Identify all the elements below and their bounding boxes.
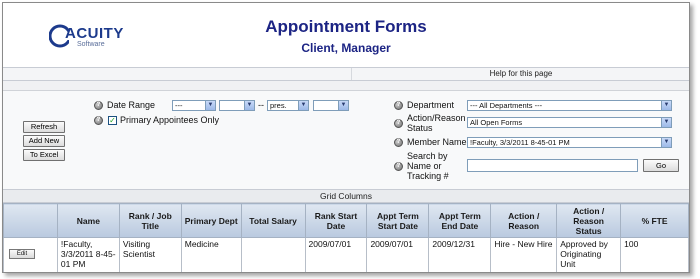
cell-rank-start-date: 2009/07/01 bbox=[304, 237, 368, 272]
page-header: ACUITY Software Appointment Forms Client… bbox=[3, 3, 689, 67]
page-title: Appointment Forms bbox=[265, 17, 427, 36]
spacer-bar bbox=[3, 81, 689, 91]
col-header-primary-dept[interactable]: Primary Dept bbox=[180, 203, 242, 238]
search-input[interactable] bbox=[467, 159, 638, 172]
cell-appt-term-start-date: 2009/07/01 bbox=[366, 237, 430, 272]
table-header-row: Name Rank / Job Title Primary Dept Total… bbox=[3, 203, 689, 238]
to-excel-button[interactable]: To Excel bbox=[23, 149, 65, 161]
cell-action-reason-status: Approved by Originating Unit bbox=[556, 237, 622, 272]
primary-only-checkbox[interactable]: ✓ bbox=[108, 116, 117, 125]
chevron-down-icon: ▼ bbox=[661, 138, 671, 147]
grid-columns-caption[interactable]: Grid Columns bbox=[3, 189, 689, 203]
cell-name: !Faculty, 3/3/2011 8-45-01 PM bbox=[56, 237, 120, 272]
appointments-table: Name Rank / Job Title Primary Dept Total… bbox=[3, 203, 689, 272]
member-name-help-icon[interactable]: ? bbox=[394, 138, 403, 147]
primary-only-help-icon[interactable]: ? bbox=[94, 116, 103, 125]
cell-appt-term-end-date: 2009/12/31 bbox=[428, 237, 492, 272]
cell-total-salary bbox=[240, 237, 306, 272]
department-value: --- All Departments --- bbox=[470, 101, 543, 110]
cell-action-reason: Hire - New Hire bbox=[490, 237, 558, 272]
primary-only-label: Primary Appointees Only bbox=[120, 115, 220, 125]
col-header-rank-job-title[interactable]: Rank / Job Title bbox=[118, 203, 182, 238]
action-reason-select[interactable]: All Open Forms ▼ bbox=[467, 117, 672, 128]
date-to-year-select[interactable]: ▼ bbox=[313, 100, 349, 111]
chevron-down-icon: ▼ bbox=[244, 101, 254, 110]
chevron-down-icon: ▼ bbox=[338, 101, 348, 110]
date-separator: -- bbox=[258, 100, 264, 110]
action-reason-label: Action/Reason Status bbox=[407, 113, 466, 133]
edit-button[interactable]: Edit bbox=[9, 249, 35, 259]
col-header-action-reason-status[interactable]: Action / Reason Status bbox=[556, 203, 622, 238]
col-header-appt-term-start-date[interactable]: Appt Term Start Date bbox=[366, 203, 430, 238]
date-range-help-icon[interactable]: ? bbox=[94, 101, 103, 110]
help-bar: Help for this page bbox=[3, 67, 689, 81]
cell-primary-dept: Medicine bbox=[180, 237, 242, 272]
col-header-pct-fte[interactable]: % FTE bbox=[620, 203, 689, 238]
table-row[interactable]: Edit !Faculty, 3/3/2011 8-45-01 PM Visit… bbox=[3, 237, 689, 272]
help-link[interactable]: Help for this page bbox=[353, 69, 689, 78]
department-help-icon[interactable]: ? bbox=[394, 101, 403, 110]
member-name-select[interactable]: !Faculty, 3/3/2011 8-45-01 PM ▼ bbox=[467, 137, 672, 148]
col-header-name[interactable]: Name bbox=[56, 203, 120, 238]
col-header-total-salary[interactable]: Total Salary bbox=[240, 203, 306, 238]
page-subtitle: Client, Manager bbox=[301, 41, 391, 55]
go-button[interactable]: Go bbox=[643, 159, 679, 172]
action-reason-value: All Open Forms bbox=[470, 118, 523, 127]
date-range-label: Date Range bbox=[107, 100, 156, 110]
cell-rank-job-title: Visiting Scientist bbox=[118, 237, 182, 272]
cell-pct-fte: 100 bbox=[620, 237, 689, 272]
action-reason-help-icon[interactable]: ? bbox=[394, 119, 403, 128]
date-to-month-value: pres. bbox=[270, 101, 287, 110]
chevron-down-icon: ▼ bbox=[661, 101, 671, 110]
chevron-down-icon: ▼ bbox=[205, 101, 215, 110]
member-name-label: Member Name bbox=[407, 137, 467, 147]
chevron-down-icon: ▼ bbox=[298, 101, 308, 110]
add-new-button[interactable]: Add New bbox=[23, 135, 65, 147]
edit-cell: Edit bbox=[3, 237, 58, 272]
help-bar-left bbox=[3, 68, 352, 80]
filter-panel: Refresh Add New To Excel ? Date Range --… bbox=[3, 91, 689, 189]
date-from-month-select[interactable]: --- ▼ bbox=[172, 100, 216, 111]
chevron-down-icon: ▼ bbox=[661, 118, 671, 127]
refresh-button[interactable]: Refresh bbox=[23, 121, 65, 133]
search-label: Search by Name or Tracking # bbox=[407, 151, 449, 181]
col-header-action-reason[interactable]: Action / Reason bbox=[490, 203, 558, 238]
search-help-icon[interactable]: ? bbox=[394, 162, 403, 171]
date-from-year-select[interactable]: ▼ bbox=[219, 100, 255, 111]
appointment-forms-window: ACUITY Software Appointment Forms Client… bbox=[2, 2, 690, 273]
member-name-value: !Faculty, 3/3/2011 8-45-01 PM bbox=[470, 138, 570, 147]
col-header-edit bbox=[3, 203, 58, 238]
date-from-month-value: --- bbox=[175, 101, 183, 110]
col-header-appt-term-end-date[interactable]: Appt Term End Date bbox=[428, 203, 492, 238]
col-header-rank-start-date[interactable]: Rank Start Date bbox=[304, 203, 368, 238]
date-to-month-select[interactable]: pres. ▼ bbox=[267, 100, 309, 111]
department-label: Department bbox=[407, 100, 455, 110]
department-select[interactable]: --- All Departments --- ▼ bbox=[467, 100, 672, 111]
